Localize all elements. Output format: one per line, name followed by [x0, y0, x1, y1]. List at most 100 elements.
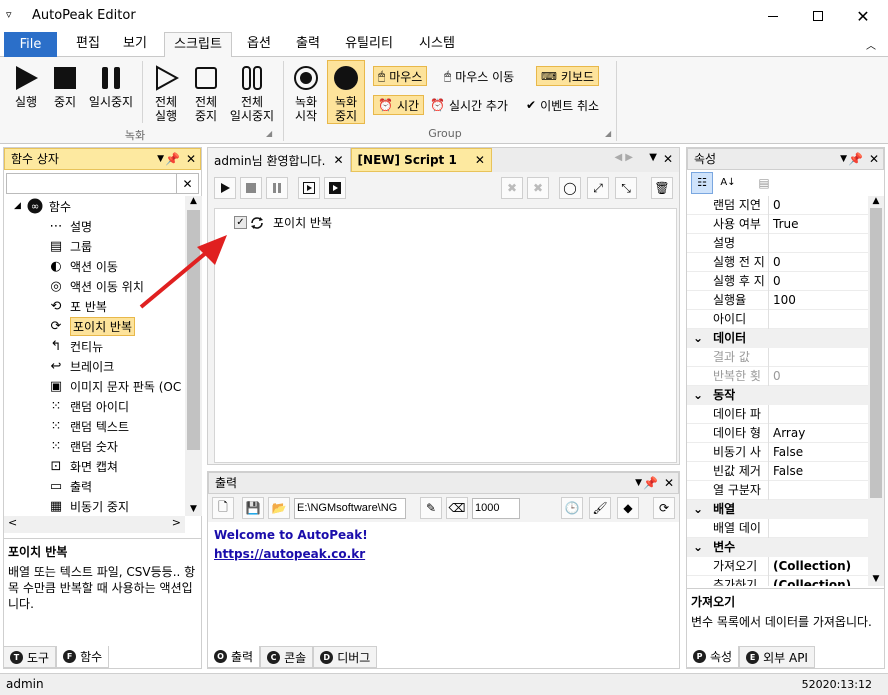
- property-row[interactable]: 열 구분자: [687, 480, 868, 500]
- categorized-button[interactable]: ☷: [691, 171, 713, 194]
- close-icon[interactable]: ✕: [664, 473, 674, 493]
- pause-all-button[interactable]: 전체 일시중지: [226, 65, 278, 123]
- editor-expand-button[interactable]: ⤢: [587, 177, 609, 199]
- tab-utility[interactable]: 유틸리티: [336, 32, 402, 57]
- tree-item-11[interactable]: ⁙ 랜덤 텍스트: [4, 416, 188, 436]
- pin-icon[interactable]: 📌: [165, 149, 180, 169]
- editor-pause-button[interactable]: [266, 177, 288, 199]
- event-cancel-button[interactable]: ✔ 이벤트 취소: [526, 95, 599, 115]
- run-button[interactable]: 실행: [8, 65, 44, 109]
- tab-welcome[interactable]: admin님 환영합니다. ✕: [208, 148, 351, 172]
- save-output-button[interactable]: 💾: [242, 497, 264, 519]
- editor-stop-button[interactable]: [240, 177, 262, 199]
- quick-access-icon[interactable]: ▿: [6, 8, 12, 21]
- tree-item-8[interactable]: ↩ 브레이크: [4, 356, 188, 376]
- tab-edit[interactable]: 편집: [66, 32, 110, 57]
- editor-run-from-button[interactable]: [324, 177, 346, 199]
- property-value[interactable]: False: [769, 445, 803, 459]
- mouse-toggle[interactable]: 🖱 마우스: [373, 66, 428, 86]
- tab-tools[interactable]: T 도구: [3, 646, 57, 668]
- group-expand-icon[interactable]: ◢: [266, 129, 272, 138]
- category-variables[interactable]: ⌄ 변수: [687, 538, 868, 557]
- tab-file[interactable]: File: [4, 32, 57, 57]
- tree-item-13[interactable]: ⊡ 화면 캡쳐: [4, 456, 188, 476]
- script-canvas[interactable]: ✓ 포이치 반복: [214, 208, 677, 463]
- record-stop-button[interactable]: 녹화 중지: [327, 60, 365, 124]
- property-row[interactable]: 가져오기 (Collection): [687, 556, 868, 576]
- property-row[interactable]: 랜덤 지연 0: [687, 196, 868, 215]
- tab-output[interactable]: O 출력: [207, 646, 261, 668]
- output-path-input[interactable]: [294, 497, 406, 519]
- property-row[interactable]: 데이타 파: [687, 404, 868, 424]
- brush-button[interactable]: 🖌: [589, 497, 611, 519]
- run-all-button[interactable]: 전체 실행: [148, 65, 184, 123]
- tab-system[interactable]: 시스템: [408, 32, 466, 57]
- dropdown-icon[interactable]: ▼: [157, 149, 164, 169]
- scroll-tabs-left-icon[interactable]: ◀ ▶: [614, 152, 633, 163]
- tab-external-api[interactable]: E 외부 API: [739, 646, 815, 668]
- property-value[interactable]: Array: [769, 426, 805, 440]
- tab-functions[interactable]: F 함수: [56, 646, 110, 668]
- auto-clear-button[interactable]: ✎: [420, 497, 442, 519]
- chevron-down-icon[interactable]: ⌄: [693, 331, 703, 345]
- property-row[interactable]: 실행율 100: [687, 290, 868, 310]
- website-link[interactable]: https://autopeak.co.kr: [214, 545, 673, 564]
- chevron-down-icon[interactable]: ⌄: [693, 388, 703, 402]
- chevron-down-icon[interactable]: ⌄: [693, 540, 703, 554]
- open-folder-button[interactable]: 📂: [268, 497, 290, 519]
- property-row[interactable]: 배열 데이: [687, 518, 868, 538]
- new-output-button[interactable]: 🗋: [212, 497, 234, 519]
- record-start-button[interactable]: 녹화 시작: [288, 65, 324, 123]
- stop-button[interactable]: 중지: [48, 65, 82, 109]
- property-vscrollbar[interactable]: ▲ ▼: [868, 196, 884, 586]
- pin-icon[interactable]: 📌: [848, 149, 863, 169]
- minimize-button[interactable]: [750, 0, 796, 32]
- tab-debug[interactable]: D 디버그: [313, 646, 378, 668]
- property-value[interactable]: True: [769, 217, 799, 231]
- pin-icon[interactable]: 📌: [643, 473, 658, 493]
- tree-hscrollbar[interactable]: < >: [4, 516, 185, 533]
- editor-collapse-button[interactable]: ⤡: [615, 177, 637, 199]
- editor-step-button[interactable]: [298, 177, 320, 199]
- tab-console[interactable]: C 콘솔: [260, 646, 314, 668]
- close-tab-icon[interactable]: ✕: [333, 153, 343, 167]
- tab-script[interactable]: [NEW] Script 1 ✕: [350, 148, 492, 172]
- erase-button[interactable]: ⌫: [446, 497, 468, 519]
- close-icon[interactable]: ✕: [186, 149, 196, 169]
- dropdown-icon[interactable]: ▼: [635, 473, 642, 493]
- stop-all-button[interactable]: 전체 중지: [188, 65, 224, 123]
- category-action[interactable]: ⌄ 동작: [687, 386, 868, 405]
- checkbox[interactable]: ✓: [234, 216, 247, 229]
- interval-input[interactable]: [472, 497, 520, 519]
- property-row[interactable]: 설명: [687, 233, 868, 253]
- property-row[interactable]: 사용 여부 True: [687, 214, 868, 234]
- tree-item-12[interactable]: ⁙ 랜덤 숫자: [4, 436, 188, 456]
- property-row[interactable]: 실행 후 지0: [687, 271, 868, 291]
- function-search-input[interactable]: [6, 173, 177, 194]
- tab-script[interactable]: 스크립트: [164, 32, 232, 58]
- category-array[interactable]: ⌄ 배열: [687, 500, 868, 519]
- close-icon[interactable]: ✕: [869, 149, 879, 169]
- tree-item-7[interactable]: ↰ 컨티뉴: [4, 336, 188, 356]
- dropdown-icon[interactable]: ▼: [840, 149, 847, 169]
- mouse-move-toggle[interactable]: 🖱 마우스 이동: [444, 66, 514, 86]
- chevron-down-icon[interactable]: ⌄: [693, 502, 703, 516]
- tree-item-9[interactable]: ▣ 이미지 문자 판독 (OC: [4, 376, 188, 396]
- pause-button[interactable]: 일시중지: [86, 65, 136, 109]
- editor-remove-button[interactable]: ✖: [527, 177, 549, 199]
- tree-root[interactable]: ◢ ∞ 함수: [4, 196, 188, 216]
- property-value[interactable]: (Collection): [769, 578, 851, 586]
- realtime-add-button[interactable]: ⏰ 실시간 추가: [430, 95, 508, 115]
- editor-delete-button[interactable]: 🗑: [651, 177, 673, 199]
- tab-properties[interactable]: P 속성: [686, 646, 740, 668]
- property-row[interactable]: 반복한 횟0: [687, 366, 868, 386]
- property-row[interactable]: 비동기 사 False: [687, 442, 868, 462]
- property-row[interactable]: 추가하기 (Collection): [687, 575, 868, 586]
- property-value[interactable]: 100: [769, 293, 796, 307]
- property-value[interactable]: 0: [769, 255, 781, 269]
- tree-item-6[interactable]: ⟳ 포이치 반복: [4, 316, 188, 336]
- alphabetical-button[interactable]: A↓: [717, 172, 739, 194]
- tab-options[interactable]: 옵션: [237, 32, 281, 57]
- property-value[interactable]: 0: [769, 198, 781, 212]
- property-value[interactable]: (Collection): [769, 559, 851, 573]
